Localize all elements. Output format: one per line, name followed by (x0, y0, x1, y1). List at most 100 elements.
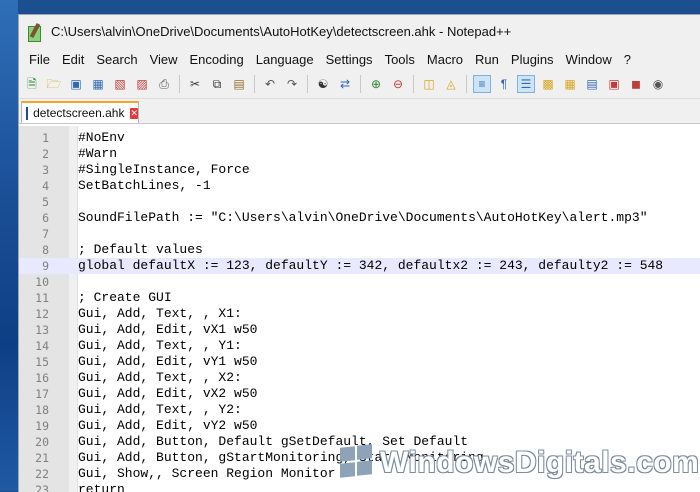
code-text[interactable]: #SingleInstance, Force (78, 162, 250, 178)
new-file-icon[interactable]: 🗎 (23, 75, 41, 93)
function-list-icon[interactable]: ▤ (583, 75, 601, 93)
menu-plugins[interactable]: Plugins (505, 52, 560, 67)
watermark: WindowsDigitals.com (340, 444, 700, 480)
code-line[interactable]: 16 Gui, Add, Text, , X2: (19, 370, 700, 386)
code-line[interactable]: 6 SoundFilePath := "C:\Users\alvin\OneDri… (19, 210, 700, 226)
code-line[interactable]: 17 Gui, Add, Edit, vX2 w50 (19, 386, 700, 402)
code-line[interactable]: 14 Gui, Add, Text, , Y1: (19, 338, 700, 354)
user-language-icon[interactable]: ▩ (539, 75, 557, 93)
title-bar: C:\Users\alvin\OneDrive\Documents\AutoHo… (19, 15, 700, 48)
code-text[interactable]: Gui, Add, Text, , Y2: (78, 402, 242, 418)
code-line[interactable]: 3 #SingleInstance, Force (19, 162, 700, 178)
paste-icon[interactable]: ▤ (230, 75, 248, 93)
toolbar-separator (307, 75, 308, 93)
code-text[interactable]: global defaultX := 123, defaultY := 342,… (78, 258, 663, 274)
code-line[interactable]: 11 ; Create GUI (19, 290, 700, 306)
redo-icon[interactable]: ↷ (283, 75, 301, 93)
menu-language[interactable]: Language (250, 52, 320, 67)
windows-logo-icon (340, 444, 374, 479)
save-icon[interactable]: ▣ (67, 75, 85, 93)
menu-tools[interactable]: Tools (379, 52, 421, 67)
show-all-characters-icon[interactable]: ¶ (495, 75, 513, 93)
code-text[interactable]: Gui, Add, Text, , X2: (78, 370, 242, 386)
open-file-icon[interactable]: 🗁 (45, 75, 63, 93)
save-all-icon[interactable]: ▦ (89, 75, 107, 93)
line-number: 22 (35, 467, 49, 481)
line-number: 11 (35, 291, 49, 305)
menu-edit[interactable]: Edit (56, 52, 90, 67)
menu-encoding[interactable]: Encoding (184, 52, 250, 67)
code-text[interactable]: #Warn (78, 146, 117, 162)
window-title: C:\Users\alvin\OneDrive\Documents\AutoHo… (51, 24, 512, 39)
code-text[interactable]: SetBatchLines, -1 (78, 178, 211, 194)
sync-vertical-icon[interactable]: ◫ (420, 75, 438, 93)
code-text[interactable]: #NoEnv (78, 130, 125, 146)
close-all-icon[interactable]: ▨ (133, 75, 151, 93)
watermark-text: WindowsDigitals.com (380, 446, 700, 479)
zoom-in-icon[interactable]: ⊕ (367, 75, 385, 93)
find-icon[interactable]: ☯ (314, 75, 332, 93)
line-number: 17 (35, 387, 49, 401)
copy-icon[interactable]: ⧉ (208, 75, 226, 93)
replace-icon[interactable]: ⇄ (336, 75, 354, 93)
line-number: 1 (42, 131, 49, 145)
line-number: 3 (42, 163, 49, 177)
word-wrap-icon[interactable]: ≡ (473, 75, 491, 93)
code-text[interactable]: SoundFilePath := "C:\Users\alvin\OneDriv… (78, 210, 648, 226)
code-text[interactable]: Gui, Add, Edit, vX1 w50 (78, 322, 257, 338)
indent-guide-icon[interactable]: ☰ (517, 75, 535, 93)
line-number: 18 (35, 403, 49, 417)
code-line[interactable]: 13 Gui, Add, Edit, vX1 w50 (19, 322, 700, 338)
code-line[interactable]: 10 (19, 274, 700, 290)
code-line[interactable]: 7 (19, 226, 700, 242)
code-line[interactable]: 2 #Warn (19, 146, 700, 162)
menu-help[interactable]: ? (618, 52, 637, 67)
code-text[interactable]: ; Default values (78, 242, 203, 258)
menu-macro[interactable]: Macro (421, 52, 469, 67)
menu-window[interactable]: Window (560, 52, 618, 67)
zoom-out-icon[interactable]: ⊖ (389, 75, 407, 93)
cut-icon[interactable]: ✂ (186, 75, 204, 93)
toolbar-separator (466, 75, 467, 93)
menu-bar: File Edit Search View Encoding Language … (19, 48, 700, 70)
code-line[interactable]: 8 ; Default values (19, 242, 700, 258)
code-line[interactable]: 15 Gui, Add, Edit, vY1 w50 (19, 354, 700, 370)
code-text[interactable]: Gui, Add, Edit, vY2 w50 (78, 418, 257, 434)
toolbar: 🗎 🗁 ▣ ▦ ▧ ▨ ⎙ ✂ ⧉ ▤ ↶ ↷ ☯ ⇄ ⊕ ⊖ ◫ ◬ ≡ ¶ … (19, 70, 700, 99)
code-line[interactable]: 4 SetBatchLines, -1 (19, 178, 700, 194)
toolbar-separator (360, 75, 361, 93)
sync-horizontal-icon[interactable]: ◬ (442, 75, 460, 93)
eye-icon[interactable]: ◉ (649, 75, 667, 93)
menu-view[interactable]: View (144, 52, 184, 67)
code-text[interactable]: Gui, Add, Edit, vX2 w50 (78, 386, 257, 402)
code-line[interactable]: 9 global defaultX := 123, defaultY := 342… (19, 258, 700, 274)
menu-settings[interactable]: Settings (320, 52, 379, 67)
menu-search[interactable]: Search (90, 52, 143, 67)
menu-file[interactable]: File (23, 52, 56, 67)
tab-detectscreen[interactable]: detectscreen.ahk ✕ (21, 101, 139, 123)
document-map-icon[interactable]: ▦ (561, 75, 579, 93)
line-number: 14 (35, 339, 49, 353)
line-number: 13 (35, 323, 49, 337)
monitoring-icon[interactable]: ◼ (627, 75, 645, 93)
toolbar-separator (179, 75, 180, 93)
code-editor[interactable]: 1 #NoEnv 2 #Warn 3 #SingleInstance, Force 4 Set… (19, 126, 700, 492)
code-line[interactable]: 19 Gui, Add, Edit, vY2 w50 (19, 418, 700, 434)
code-text[interactable]: Gui, Add, Text, , Y1: (78, 338, 242, 354)
code-line[interactable]: 5 (19, 194, 700, 210)
line-number: 10 (35, 275, 49, 289)
code-text[interactable]: Gui, Add, Edit, vY1 w50 (78, 354, 257, 370)
code-text[interactable]: Gui, Show,, Screen Region Monitor (78, 466, 335, 482)
code-line[interactable]: 12 Gui, Add, Text, , X1: (19, 306, 700, 322)
undo-icon[interactable]: ↶ (261, 75, 279, 93)
line-number: 2 (42, 147, 49, 161)
folder-as-workspace-icon[interactable]: ▣ (605, 75, 623, 93)
code-line[interactable]: 1 #NoEnv (19, 130, 700, 146)
code-line[interactable]: 18 Gui, Add, Text, , Y2: (19, 402, 700, 418)
close-icon[interactable]: ▧ (111, 75, 129, 93)
menu-run[interactable]: Run (469, 52, 505, 67)
close-tab-icon[interactable]: ✕ (130, 107, 138, 119)
print-icon[interactable]: ⎙ (155, 75, 173, 93)
code-text[interactable]: ; Create GUI (78, 290, 172, 306)
code-text[interactable]: Gui, Add, Text, , X1: (78, 306, 242, 322)
